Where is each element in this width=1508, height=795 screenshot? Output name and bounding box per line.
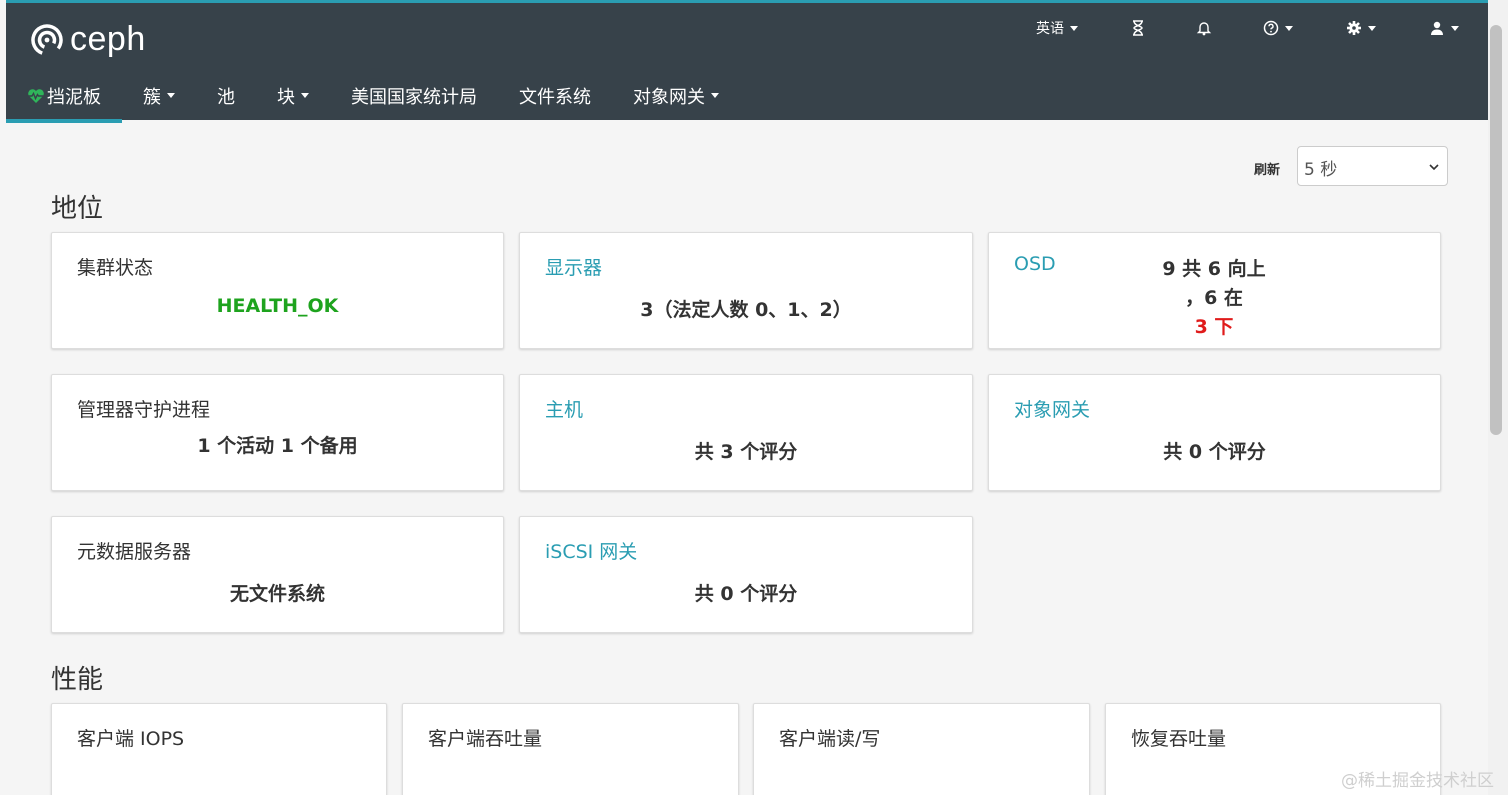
chevron-down-icon	[1285, 25, 1293, 31]
refresh-interval-value: 5 秒	[1304, 160, 1338, 180]
card-title: 管理器守护进程	[77, 399, 211, 421]
chevron-down-icon	[1070, 25, 1078, 31]
nav-item-label: 对象网关	[633, 86, 705, 108]
language-dropdown[interactable]: 英语	[1036, 16, 1078, 40]
nav-item-label: 池	[217, 86, 235, 108]
gear-icon	[1347, 21, 1361, 35]
performance-section-title: 性能	[51, 665, 104, 695]
iscsi-gateway-card: iSCSI 网关 共 0 个评分	[519, 516, 973, 633]
nav-item-filesystems[interactable]: 文件系统	[498, 68, 612, 123]
health-status-value: HEALTH_OK	[216, 295, 339, 317]
monitors-value: 3（法定人数 0、1、2）	[640, 299, 852, 321]
osd-down: 3 下	[1194, 316, 1234, 338]
user-dropdown[interactable]	[1429, 16, 1459, 40]
object-gateway-card: 对象网关 共 0 个评分	[988, 374, 1441, 491]
refresh-interval-select[interactable]: 5 秒	[1297, 146, 1448, 186]
logo-text: ceph	[70, 20, 146, 58]
notifications-button[interactable]	[1196, 16, 1212, 40]
chevron-down-icon	[711, 93, 719, 98]
scrollbar-thumb[interactable]	[1490, 25, 1502, 435]
iscsi-gateway-value: 共 0 个评分	[694, 583, 798, 605]
nav-item-nfs[interactable]: 美国国家统计局	[330, 68, 498, 123]
language-label: 英语	[1036, 21, 1064, 37]
chevron-down-icon	[1429, 164, 1439, 171]
chevron-down-icon	[301, 93, 309, 98]
nav-item-label: 块	[277, 86, 295, 108]
status-section-title: 地位	[51, 194, 104, 224]
nav-item-label: 簇	[143, 86, 161, 108]
object-gateway-value: 共 0 个评分	[1163, 441, 1266, 463]
iscsi-gateway-link[interactable]: iSCSI 网关	[545, 537, 637, 564]
bell-icon	[1196, 22, 1212, 36]
card-title: 客户端读/写	[779, 728, 881, 750]
monitors-card: 显示器 3（法定人数 0、1、2）	[519, 232, 973, 349]
main-nav: 挡泥板 簇 池 块 美国国家统计局 文件系统 对象网关	[6, 68, 740, 123]
client-iops-card: 客户端 IOPS	[51, 703, 387, 795]
help-dropdown[interactable]	[1263, 16, 1293, 40]
nav-item-label: 美国国家统计局	[351, 86, 477, 108]
client-throughput-card: 客户端吞吐量	[402, 703, 739, 795]
hourglass-icon	[1133, 20, 1143, 36]
hosts-link[interactable]: 主机	[545, 395, 583, 422]
metadata-servers-value: 无文件系统	[229, 583, 325, 605]
heartbeat-icon	[28, 88, 44, 103]
monitors-link[interactable]: 显示器	[545, 253, 602, 280]
client-read-write-card: 客户端读/写	[753, 703, 1090, 795]
metadata-servers-card: 元数据服务器 无文件系统	[51, 516, 504, 633]
nav-item-label: 文件系统	[519, 86, 591, 108]
osd-card: OSD 9 共 6 向上 ，6 在 3 下	[988, 232, 1441, 349]
osd-link[interactable]: OSD	[1014, 253, 1056, 275]
nav-item-dashboard[interactable]: 挡泥板	[6, 68, 122, 123]
object-gateway-link[interactable]: 对象网关	[1014, 395, 1090, 422]
osd-total-up: 9 共 6 向上	[1162, 258, 1266, 280]
user-icon	[1431, 21, 1443, 35]
refresh-label: 刷新	[1254, 163, 1281, 178]
manager-value: 1 个活动 1 个备用	[197, 435, 358, 457]
osd-summary: 9 共 6 向上 ，6 在 3 下	[1139, 255, 1289, 342]
nav-item-pools[interactable]: 池	[196, 68, 256, 123]
osd-in: ，6 在	[1185, 287, 1243, 309]
manager-daemons-card: 管理器守护进程 1 个活动 1 个备用	[51, 374, 504, 491]
help-icon	[1263, 20, 1279, 36]
ceph-logo[interactable]: ceph	[30, 20, 146, 59]
nav-item-object-gateway[interactable]: 对象网关	[612, 68, 740, 123]
card-title: 客户端吞吐量	[428, 728, 543, 750]
card-title: 元数据服务器	[77, 541, 192, 563]
task-button[interactable]	[1130, 16, 1146, 40]
chevron-down-icon	[1368, 25, 1376, 31]
settings-dropdown[interactable]	[1346, 16, 1376, 40]
card-title: 恢复吞吐量	[1131, 728, 1227, 750]
watermark: @稀土掘金技术社区	[1341, 771, 1494, 791]
nav-item-label: 挡泥板	[47, 86, 101, 108]
card-title: 集群状态	[77, 257, 154, 279]
top-navbar: ceph 英语 挡泥板 簇 池 块 美国国家统计局 文件系统 对象网关	[6, 0, 1488, 123]
hosts-value: 共 3 个评分	[694, 441, 798, 463]
nav-item-cluster[interactable]: 簇	[122, 68, 196, 123]
chevron-down-icon	[1451, 25, 1459, 31]
cluster-status-card: 集群状态 HEALTH_OK	[51, 232, 504, 349]
card-title: 客户端 IOPS	[77, 728, 185, 750]
hosts-card: 主机 共 3 个评分	[519, 374, 973, 491]
ceph-logo-icon	[31, 23, 63, 56]
chevron-down-icon	[167, 93, 175, 98]
nav-item-block[interactable]: 块	[256, 68, 330, 123]
